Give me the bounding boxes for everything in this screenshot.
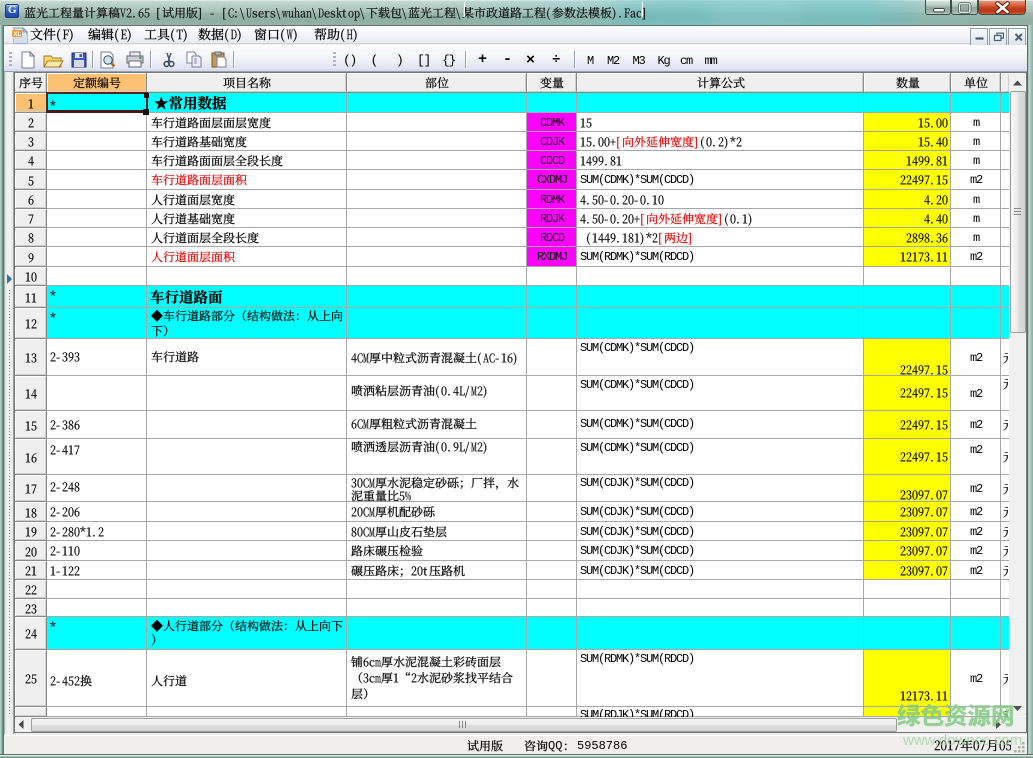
- svg-text:XL: XL: [13, 31, 21, 38]
